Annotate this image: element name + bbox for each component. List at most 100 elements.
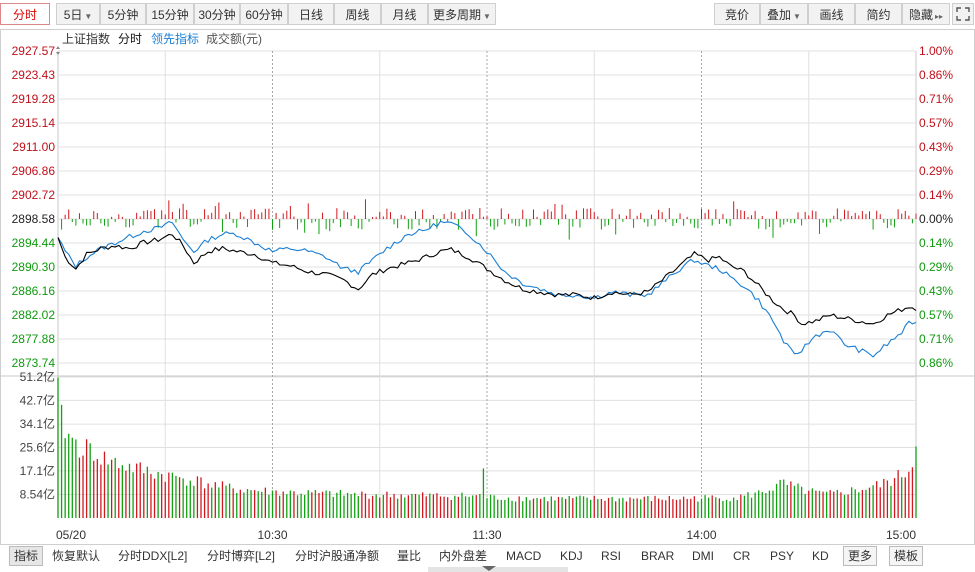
top-toolbar: 分时 5日 ▼ 5分钟 15分钟 30分钟 60分钟 日线 周线 月线 更多周期 ▼ 竞价 叠加 ▼ 画线 简约… [0, 0, 975, 29]
price-tick-label: 2902.72 [12, 188, 56, 202]
indicator-tab-10[interactable]: BRAR [641, 547, 674, 565]
price-tick-label: 2919.28 [12, 92, 56, 106]
indicator-tab-3[interactable]: 分时博弈[L2] [207, 547, 275, 565]
volume-tick-label: 51.2亿 [20, 369, 55, 384]
indicator-tab-14[interactable]: KD [812, 547, 829, 565]
legend-index-name: 上证指数 [62, 31, 110, 46]
chart-tool-label: 叠加 [767, 8, 792, 22]
volume-tick-label: 25.6亿 [20, 440, 55, 455]
percent-tick-label: 0.43% [919, 284, 953, 298]
period-tab-label: 月线 [392, 8, 417, 22]
period-tab-4[interactable]: 30分钟 [194, 3, 240, 25]
percent-tick-label: 0.29% [919, 164, 953, 178]
period-tab-label: 15分钟 [151, 8, 189, 22]
time-tick-label: 14:00 [686, 528, 716, 542]
percent-tick-label: 0.29% [919, 260, 953, 274]
indicator-toolbar: 指标 恢复默认 分时DDX[L2] 分时博弈[L2] 分时沪股通净额 量比 内外盘差 MACD… [0, 545, 975, 567]
percent-tick-label: 0.43% [919, 140, 953, 154]
period-tab-7[interactable]: 周线 [334, 3, 381, 25]
price-tick-label: 2923.43 [12, 68, 56, 82]
percent-tick-label: 0.14% [919, 236, 953, 250]
percent-tick-label: 0.57% [919, 308, 953, 322]
chart-tool-3[interactable]: 简约 [855, 3, 902, 25]
indicator-tab-12[interactable]: CR [733, 547, 750, 565]
percent-tick-label: 0.86% [919, 68, 953, 82]
scroll-handle[interactable] [428, 567, 568, 572]
time-tick-label: 10:30 [257, 528, 287, 542]
chevron-down-icon: ▼ [483, 12, 491, 21]
price-tick-label: 2873.74 [12, 356, 56, 370]
period-tab-3[interactable]: 15分钟 [146, 3, 194, 25]
period-tab-0[interactable]: 分时 [0, 3, 50, 25]
period-tab-2[interactable]: 5分钟 [100, 3, 146, 25]
indicator-tab-9[interactable]: RSI [601, 547, 621, 565]
price-tick-label: 2898.58 [12, 212, 56, 226]
indicator-tab-6[interactable]: 内外盘差 [439, 547, 487, 565]
chart-tool-0[interactable]: 竞价 [714, 3, 760, 25]
volume-tick-label: 8.54亿 [20, 486, 55, 501]
indicator-tab-0[interactable]: 指标 [9, 546, 44, 566]
price-tick-label: 2877.88 [12, 332, 56, 346]
fullscreen-button[interactable] [952, 3, 974, 25]
chart-tool-label: 简约 [866, 8, 891, 22]
period-tab-8[interactable]: 月线 [381, 3, 428, 25]
period-tab-label: 60分钟 [245, 8, 283, 22]
indicator-tab-7[interactable]: MACD [506, 547, 541, 565]
indicator-tab-13[interactable]: PSY [770, 547, 794, 565]
indicator-tab-1[interactable]: 恢复默认 [52, 547, 100, 565]
indicator-tab-16[interactable]: 模板 [889, 546, 924, 566]
chevron-down-icon: ▼ [84, 12, 93, 21]
chart-tool-label: 竞价 [724, 8, 749, 22]
fullscreen-icon [956, 7, 970, 21]
percent-tick-label: 1.00% [919, 44, 953, 58]
period-tab-label: 周线 [345, 8, 370, 22]
collapse-arrow-icon[interactable] [482, 566, 496, 571]
indicator-tab-8[interactable]: KDJ [560, 547, 583, 565]
time-tick-label: 11:30 [472, 528, 501, 542]
period-tab-label: 更多周期 [433, 8, 482, 22]
chart-tool-4[interactable]: 隐藏 ▸▸ [902, 3, 950, 25]
price-tick-label: 2894.44 [12, 236, 56, 250]
legend-lead-indicator: 领先指标 [151, 31, 199, 46]
chevron-down-icon: ▼ [793, 12, 801, 21]
percent-tick-label: 0.00% [919, 212, 953, 226]
period-tab-6[interactable]: 日线 [288, 3, 334, 25]
double-arrow-right-icon: ▸▸ [934, 12, 944, 21]
period-tab-1[interactable]: 5日 ▼ [56, 3, 100, 25]
price-tick-label: 2886.16 [12, 284, 56, 298]
indicator-tab-5[interactable]: 量比 [397, 547, 421, 565]
percent-tick-label: 0.14% [919, 188, 953, 202]
price-tick-label: 2911.00 [13, 140, 56, 154]
price-tick-label: 2915.14 [12, 116, 56, 130]
chart-tool-label: 隐藏 [908, 8, 933, 22]
period-tab-5[interactable]: 60分钟 [240, 3, 288, 25]
indicator-tab-15[interactable]: 更多 [843, 546, 878, 566]
period-tab-label: 分时 [12, 8, 37, 22]
volume-tick-label: 34.1亿 [20, 416, 55, 431]
indicator-tab-11[interactable]: DMI [692, 547, 714, 565]
legend-mode: 分时 [118, 32, 142, 46]
percent-tick-label: 0.71% [919, 92, 953, 106]
volume-tick-label: 17.1亿 [20, 463, 55, 478]
time-tick-label: 05/20 [56, 528, 86, 542]
price-tick-label: 2882.02 [12, 308, 56, 322]
indicator-tab-4[interactable]: 分时沪股通净额 [295, 547, 379, 565]
percent-tick-label: 0.71% [919, 332, 953, 346]
percent-tick-label: 0.57% [919, 116, 953, 130]
price-tick-label: 2906.86 [12, 164, 56, 178]
legend-volume-label: 成交额(元) [206, 31, 262, 46]
percent-tick-label: 0.86% [919, 356, 953, 370]
period-tab-label: 30分钟 [198, 8, 236, 22]
intraday-chart: 2927.57 1.00% 2923.43 0.86% 2919.28 0.71% 2915… [0, 29, 975, 545]
time-tick-label: 15:00 [886, 528, 916, 542]
period-tab-label: 5分钟 [107, 8, 139, 22]
chart-tool-2[interactable]: 画线 [808, 3, 855, 25]
price-tick-label: 2927.57 [12, 44, 56, 58]
chart-tool-1[interactable]: 叠加 ▼ [760, 3, 808, 25]
period-tab-label: 5日 [63, 8, 83, 22]
indicator-tab-2[interactable]: 分时DDX[L2] [118, 547, 187, 565]
period-tab-label: 日线 [298, 8, 323, 22]
period-tab-9[interactable]: 更多周期 ▼ [428, 3, 496, 25]
chart-tool-label: 画线 [819, 8, 844, 22]
price-tick-label: 2890.30 [12, 260, 56, 274]
